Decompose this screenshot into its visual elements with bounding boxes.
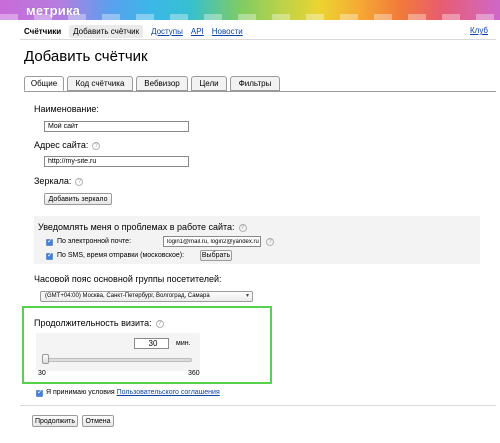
duration-slider-handle[interactable]: [42, 354, 49, 364]
user-agreement-link[interactable]: Пользовательского соглашения: [117, 389, 220, 396]
header-bar: метрика: [0, 0, 500, 20]
name-label: Наименование:: [34, 104, 99, 114]
duration-input[interactable]: [134, 338, 169, 349]
timezone-select[interactable]: (GMT+04:00) Москва, Санкт-Петербург, Вол…: [40, 291, 253, 302]
metrika-logo[interactable]: метрика: [26, 3, 80, 18]
tab-general[interactable]: Общие: [24, 76, 64, 91]
cancel-button[interactable]: Отмена: [82, 415, 114, 427]
chevron-down-icon: ▾: [245, 293, 249, 299]
nav-item-counters[interactable]: Счётчики: [24, 27, 61, 36]
duration-label: Продолжительность визита:?: [34, 318, 164, 328]
club-link[interactable]: Клуб: [470, 26, 488, 35]
slider-min-label: 30: [38, 370, 46, 377]
tab-counter-code[interactable]: Код счётчика: [67, 76, 133, 91]
help-icon[interactable]: ?: [266, 238, 274, 246]
add-mirror-button[interactable]: Добавить зеркало: [44, 193, 112, 205]
slider-max-label: 360: [188, 370, 200, 377]
accept-terms-checkbox[interactable]: [36, 388, 43, 397]
nav-item-add-counter[interactable]: Добавить счётчик: [69, 24, 144, 38]
duration-unit: мин.: [176, 340, 191, 347]
timezone-label: Часовой пояс основной группы посетителей…: [34, 274, 222, 284]
choose-time-button[interactable]: Выбрать: [200, 250, 232, 261]
bottom-divider: [20, 405, 496, 406]
tab-webvisor[interactable]: Вебвизор: [136, 76, 188, 91]
tab-filters[interactable]: Фильтры: [230, 76, 280, 91]
visit-duration-highlight: Продолжительность визита:? мин. 30 360: [22, 306, 272, 384]
duration-slider-track[interactable]: [42, 358, 192, 362]
email-option-label: По электронной почте:: [57, 238, 132, 245]
tab-goals[interactable]: Цели: [191, 76, 227, 91]
sms-checkbox[interactable]: [46, 251, 53, 260]
nav-divider: [20, 39, 496, 40]
duration-slider-area: мин.: [36, 333, 200, 371]
help-icon[interactable]: ?: [155, 319, 164, 328]
accept-terms-text: Я принимаю условия Пользовательского сог…: [46, 389, 220, 396]
site-url-input[interactable]: [44, 156, 189, 167]
sms-option-label: По SMS, время отправки (московское):: [57, 252, 185, 259]
email-checkbox[interactable]: [46, 237, 53, 246]
name-input[interactable]: [44, 121, 189, 132]
help-icon[interactable]: ?: [238, 223, 247, 232]
notify-label: Уведомлять меня о проблемах в работе сай…: [38, 222, 247, 232]
tab-bar: Общие Код счётчика Вебвизор Цели Фильтры: [24, 76, 283, 91]
mirrors-label: Зеркала:?: [34, 176, 84, 186]
nav-item-access[interactable]: Доступы: [151, 27, 183, 36]
nav-item-news[interactable]: Новости: [212, 27, 243, 36]
email-input[interactable]: [163, 236, 261, 247]
tab-divider: [24, 91, 496, 92]
nav-item-api[interactable]: API: [191, 27, 204, 36]
timezone-value: (GMT+04:00) Москва, Санкт-Петербург, Вол…: [45, 293, 210, 299]
continue-button[interactable]: Продолжить: [32, 415, 78, 427]
page-title: Добавить счётчик: [24, 48, 148, 65]
help-icon[interactable]: ?: [75, 177, 84, 186]
help-icon[interactable]: ?: [92, 141, 101, 150]
site-label: Адрес сайта:?: [34, 140, 101, 150]
main-nav: Счётчики Добавить счётчик Доступы API Но…: [24, 24, 251, 38]
